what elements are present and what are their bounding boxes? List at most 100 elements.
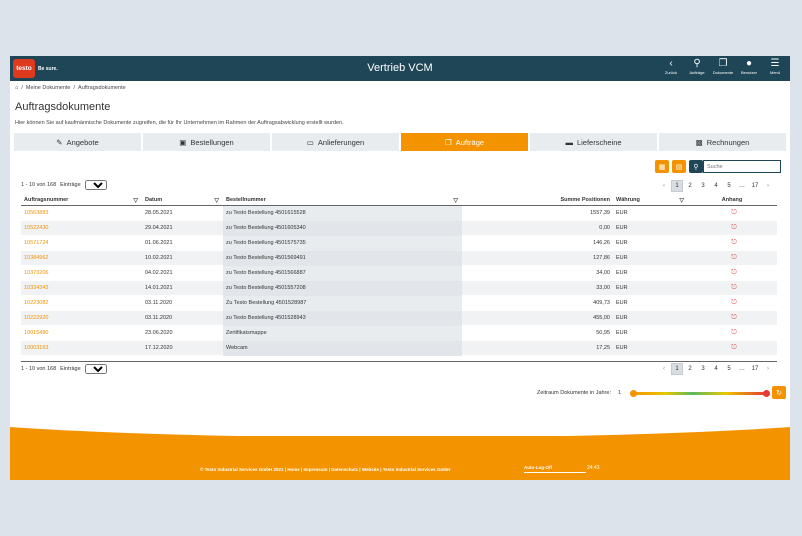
order-currency: EUR: [616, 345, 628, 351]
order-number-link[interactable]: 10563883: [21, 210, 142, 216]
column-header-sum[interactable]: Summe Positionen: [462, 197, 613, 203]
pdf-icon[interactable]: ⎋: [731, 329, 737, 336]
table-row[interactable]: 10384962 10.02.2021 zu Testo Bestellung 45…: [21, 250, 777, 266]
order-date: 14.01.2021: [145, 285, 173, 291]
entries-select[interactable]: 10: [84, 364, 107, 374]
order-number[interactable]: 10373206: [24, 270, 48, 276]
page-button-4[interactable]: 4: [710, 180, 722, 192]
export-button[interactable]: ▤: [672, 160, 686, 173]
pdf-icon[interactable]: ⎋: [731, 224, 737, 231]
table-row[interactable]: 10222920 03.11.2020 zu Testo Bestellung 45…: [21, 310, 777, 326]
filter-icon[interactable]: ▽: [133, 197, 138, 204]
pdf-icon[interactable]: ⎋: [731, 314, 737, 321]
table-row[interactable]: 10571724 01.06.2021 zu Testo Bestellung 45…: [21, 235, 777, 251]
order-number[interactable]: 10384962: [24, 255, 48, 261]
next-page-button[interactable]: ›: [762, 180, 774, 192]
orders-label: Aufträge: [689, 70, 705, 75]
order-number-link[interactable]: 10373206: [21, 270, 142, 276]
range-slider-handle-end[interactable]: [763, 390, 770, 397]
page-button-3[interactable]: 3: [697, 180, 709, 192]
order-number[interactable]: 10222920: [24, 315, 48, 321]
order-number[interactable]: 10334343: [24, 285, 48, 291]
order-number[interactable]: 10563883: [24, 210, 48, 216]
table-row[interactable]: 10563883 28.05.2021 zu Testo Bestellung 45…: [21, 205, 777, 221]
tab-bestellungen[interactable]: ▣ Bestellungen: [143, 133, 270, 151]
column-header-date[interactable]: Datum ▽: [142, 197, 223, 204]
range-slider-track[interactable]: [632, 392, 766, 395]
range-slider-handle-start[interactable]: [630, 390, 637, 397]
table-row[interactable]: 10223082 03.11.2020 Zu Testo Bestellung 45…: [21, 295, 777, 311]
pdf-icon[interactable]: ⎋: [731, 254, 737, 261]
order-number[interactable]: 10003163: [24, 345, 48, 351]
page-button-1[interactable]: 1: [671, 180, 683, 192]
tab-auftraege[interactable]: ❐ Aufträge: [401, 133, 528, 151]
filter-icon[interactable]: ▽: [214, 197, 219, 204]
refresh-button[interactable]: ↻: [772, 386, 786, 399]
calendar-filter-button[interactable]: ▦: [655, 160, 669, 173]
pdf-icon[interactable]: ⎋: [731, 209, 737, 216]
tab-label: Lieferscheine: [576, 137, 622, 147]
prev-page-button[interactable]: ‹: [658, 363, 670, 375]
pdf-icon[interactable]: ⎋: [731, 299, 737, 306]
page-button-4[interactable]: 4: [710, 363, 722, 375]
order-number-link[interactable]: 10003163: [21, 345, 142, 351]
page-button-5[interactable]: 5: [723, 363, 735, 375]
tab-lieferscheine[interactable]: ▬ Lieferscheine: [530, 133, 657, 151]
entries-select[interactable]: 10: [84, 180, 107, 190]
tab-anlieferungen[interactable]: ▭ Anlieferungen: [272, 133, 399, 151]
table-row[interactable]: 10373206 04.02.2021 zu Testo Bestellung 45…: [21, 265, 777, 281]
filter-icon[interactable]: ▽: [453, 197, 458, 204]
prev-page-button[interactable]: ‹: [658, 180, 670, 192]
table-row[interactable]: 10522430 29.04.2021 zu Testo Bestellung 45…: [21, 220, 777, 236]
page-button-1[interactable]: 1: [671, 363, 683, 375]
page-button-5[interactable]: 5: [723, 180, 735, 192]
home-icon[interactable]: ⌂: [15, 85, 18, 91]
order-number-link[interactable]: 10222920: [21, 315, 142, 321]
order-number-link[interactable]: 10223082: [21, 300, 142, 306]
pdf-icon[interactable]: ⎋: [731, 239, 737, 246]
breadcrumb-item-my-documents[interactable]: Meine Dokumente: [26, 85, 71, 91]
search-input[interactable]: [703, 160, 781, 173]
order-number-link[interactable]: 10334343: [21, 285, 142, 291]
footer-links[interactable]: © Testo Industrial Services GmbH 2021 | …: [200, 467, 450, 472]
order-date: 29.04.2021: [145, 225, 173, 231]
page-button-3[interactable]: 3: [697, 363, 709, 375]
page-button-2[interactable]: 2: [684, 363, 696, 375]
table-row[interactable]: 10015480 23.06.2020 Zertifikatsmappe 50,95 E…: [21, 325, 777, 341]
attachment-cell: ⎋: [688, 284, 777, 292]
order-reference: Zertifikatsmappe: [223, 325, 462, 341]
back-button[interactable]: ‹ Zurück: [660, 58, 682, 76]
order-currency: EUR: [616, 225, 628, 231]
order-number[interactable]: 10015480: [24, 330, 48, 336]
column-header-order-ref[interactable]: Bestellnummer ▽: [223, 197, 462, 204]
tab-angebote[interactable]: ✎ Angebote: [14, 133, 141, 151]
search-button[interactable]: ⚲: [689, 160, 703, 173]
pdf-icon[interactable]: ⎋: [731, 269, 737, 276]
column-header-currency[interactable]: Währung ▽: [613, 197, 688, 204]
filter-icon[interactable]: ▽: [679, 197, 684, 204]
order-number[interactable]: 10522430: [24, 225, 48, 231]
page-info-bottom: 1 - 10 von 168 Einträge 10: [21, 364, 107, 374]
order-number-link[interactable]: 10571724: [21, 240, 142, 246]
order-number-link[interactable]: 10384962: [21, 255, 142, 261]
documents-button[interactable]: ❐ Dokumente: [712, 58, 734, 76]
page-button-17[interactable]: 17: [749, 180, 761, 192]
order-number-link[interactable]: 10015480: [21, 330, 142, 336]
order-number[interactable]: 10223082: [24, 300, 48, 306]
order-number[interactable]: 10571724: [24, 240, 48, 246]
next-page-button[interactable]: ›: [762, 363, 774, 375]
table-row[interactable]: 10003163 17.12.2020 Webcam 17,25 EUR ⎋: [21, 340, 777, 356]
orders-button[interactable]: ⚲ Aufträge: [686, 58, 708, 76]
order-number-link[interactable]: 10522430: [21, 225, 142, 231]
column-header-order-number[interactable]: Auftragsnummer ▽: [21, 197, 142, 204]
page-button-2[interactable]: 2: [684, 180, 696, 192]
tab-label: Aufträge: [455, 137, 485, 147]
page-button-17[interactable]: 17: [749, 363, 761, 375]
user-button[interactable]: ● Benutzer: [738, 58, 760, 76]
credit-card-icon: ▩: [695, 137, 703, 147]
pdf-icon[interactable]: ⎋: [731, 284, 737, 291]
menu-button[interactable]: ☰ Menü: [764, 58, 786, 76]
pdf-icon[interactable]: ⎋: [731, 344, 737, 351]
table-row[interactable]: 10334343 14.01.2021 zu Testo Bestellung 45…: [21, 280, 777, 296]
tab-rechnungen[interactable]: ▩ Rechnungen: [659, 133, 786, 151]
